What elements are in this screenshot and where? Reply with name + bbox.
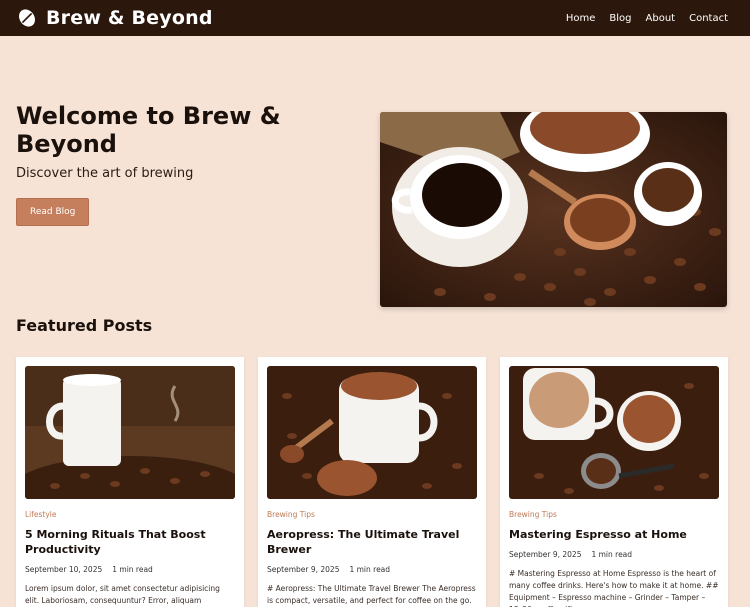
nav-link-contact[interactable]: Contact	[689, 13, 728, 24]
featured-posts: Lifestyle 5 Morning Rituals That Boost P…	[16, 357, 728, 607]
post-date: September 10, 2025	[25, 565, 103, 574]
post-title[interactable]: 5 Morning Rituals That Boost Productivit…	[25, 527, 235, 557]
post-date: September 9, 2025	[509, 550, 582, 559]
brand-title: Brew & Beyond	[46, 7, 213, 29]
post-read-time: 1 min read	[349, 565, 391, 574]
nav-links: Home Blog About Contact	[566, 13, 728, 24]
brand[interactable]: Brew & Beyond	[16, 7, 213, 29]
post-image	[25, 366, 235, 499]
post-excerpt: Lorem ipsum dolor, sit amet consectetur …	[25, 584, 220, 605]
post-category: Brewing Tips	[509, 510, 557, 519]
hero-section: Welcome to Brew & Beyond Discover the ar…	[0, 36, 750, 307]
coffee-bean-icon	[19, 9, 35, 27]
nav-link-blog[interactable]: Blog	[609, 13, 631, 24]
post-meta: September 10, 2025 1 min read	[25, 565, 235, 574]
top-navbar: Brew & Beyond Home Blog About Contact	[0, 0, 750, 36]
post-category: Lifestyle	[25, 510, 57, 519]
hero-title: Welcome to Brew & Beyond	[16, 102, 281, 158]
hero-subtitle: Discover the art of brewing	[16, 166, 194, 181]
nav-link-about[interactable]: About	[646, 13, 676, 24]
post-meta: September 9, 2025 1 min read	[509, 550, 719, 559]
post-category: Brewing Tips	[267, 510, 315, 519]
hero-text: Welcome to Brew & Beyond Discover the ar…	[16, 102, 316, 226]
post-image	[509, 366, 719, 499]
post-title[interactable]: Mastering Espresso at Home	[509, 527, 719, 542]
post-title[interactable]: Aeropress: The Ultimate Travel Brewer	[267, 527, 477, 557]
nav-link-home[interactable]: Home	[566, 13, 596, 24]
post-excerpt: # Mastering Espresso at Home Espresso is…	[509, 569, 719, 607]
post-date: September 9, 2025	[267, 565, 340, 574]
post-read-time: 1 min read	[112, 565, 153, 574]
featured-posts-heading: Featured Posts	[16, 316, 153, 335]
post-read-time: 1 min read	[591, 550, 633, 559]
hero-image	[380, 112, 727, 307]
post-card[interactable]: Brewing Tips Aeropress: The Ultimate Tra…	[258, 357, 486, 607]
post-meta: September 9, 2025 1 min read	[267, 565, 477, 574]
post-image	[267, 366, 477, 499]
post-card[interactable]: Brewing Tips Mastering Espresso at Home …	[500, 357, 728, 607]
post-excerpt: # Aeropress: The Ultimate Travel Brewer …	[267, 584, 476, 605]
read-blog-button[interactable]: Read Blog	[16, 198, 90, 226]
post-card[interactable]: Lifestyle 5 Morning Rituals That Boost P…	[16, 357, 244, 607]
